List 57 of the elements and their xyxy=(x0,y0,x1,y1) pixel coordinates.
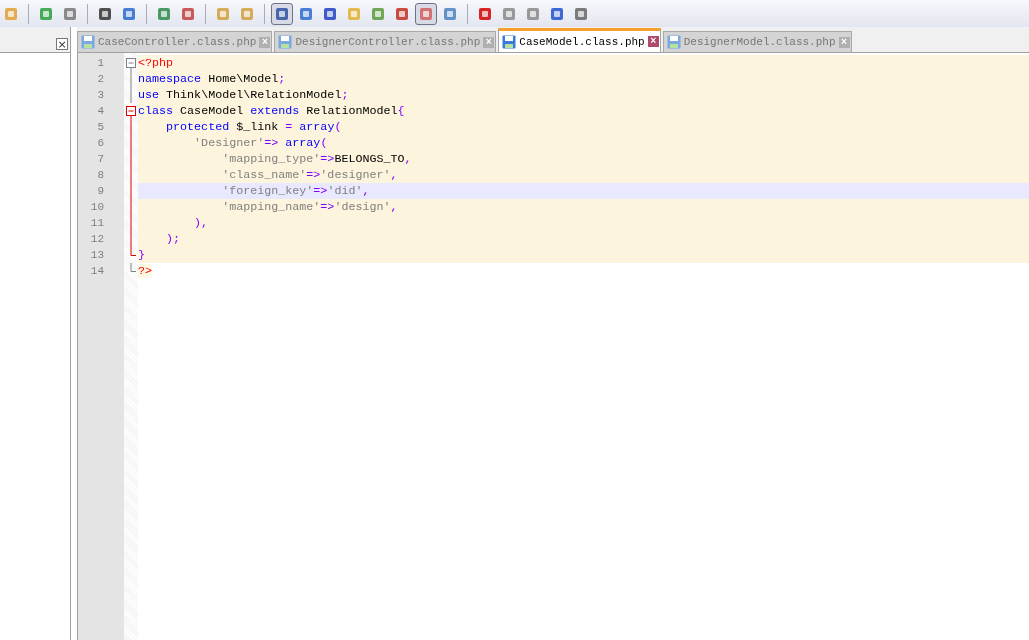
line-number: 5 xyxy=(96,120,105,135)
toolbar-icon xyxy=(3,5,19,22)
line-number: 7 xyxy=(96,152,105,167)
save-icon xyxy=(502,34,517,49)
save-icon xyxy=(278,35,293,49)
toolbar-button[interactable] xyxy=(271,2,293,25)
toolbar-icon xyxy=(322,5,338,22)
toolbar-button[interactable] xyxy=(415,2,437,25)
line-number: 1 xyxy=(96,56,105,71)
file-tab[interactable]: CaseController.class.php × xyxy=(77,31,273,52)
toolbar-icon xyxy=(477,5,493,22)
file-tab[interactable]: CaseModel.class.php × xyxy=(498,28,661,52)
tab-label: CaseController.class.php xyxy=(98,36,257,48)
close-button[interactable]: × xyxy=(259,36,271,48)
line-number: 14 xyxy=(89,264,105,279)
toolbar-icon xyxy=(501,5,517,22)
save-icon xyxy=(666,35,681,49)
toolbar-icon xyxy=(549,5,565,22)
fold-toggle-icon[interactable] xyxy=(126,103,136,119)
fold-toggle-icon[interactable] xyxy=(126,55,136,71)
line-number: 2 xyxy=(96,72,105,87)
close-button[interactable]: × xyxy=(56,38,68,50)
tab-label: CaseModel.class.php xyxy=(519,35,645,48)
toolbar-icon xyxy=(215,5,231,22)
line-number: 4 xyxy=(96,104,105,119)
toolbar-icon xyxy=(525,5,541,22)
line-number: 10 xyxy=(89,200,105,215)
toolbar-icon xyxy=(573,5,589,22)
toolbar-icon xyxy=(121,5,137,22)
toolbar-icon xyxy=(442,5,458,22)
save-icon xyxy=(81,35,95,49)
toolbar-icon xyxy=(62,5,78,22)
toolbar-icon xyxy=(239,5,255,22)
toolbar-icon xyxy=(156,5,172,22)
line-number: 12 xyxy=(89,232,105,247)
toolbar-icon xyxy=(418,5,434,22)
line-number: 8 xyxy=(96,168,105,183)
tab-label: DesignerController.class.php xyxy=(295,36,481,48)
close-button[interactable]: × xyxy=(647,36,659,47)
close-button[interactable]: × xyxy=(483,36,495,48)
file-tab[interactable]: DesignerController.class.php × xyxy=(274,31,497,52)
line-number: 11 xyxy=(89,216,105,231)
tab-label: DesignerModel.class.php xyxy=(683,36,836,48)
line-number: 3 xyxy=(96,88,105,103)
toolbar-icon xyxy=(38,5,54,22)
line-number: 13 xyxy=(89,248,105,263)
toolbar-icon xyxy=(394,5,410,22)
toolbar-icon xyxy=(346,5,362,22)
toolbar-icon xyxy=(97,5,113,22)
toolbar-icon xyxy=(298,5,314,22)
toolbar-icon xyxy=(274,5,290,22)
line-number: 6 xyxy=(96,136,105,151)
line-number: 9 xyxy=(96,184,105,199)
toolbar-icon xyxy=(180,5,196,22)
close-button[interactable]: × xyxy=(838,36,850,48)
file-tab[interactable]: DesignerModel.class.php × xyxy=(662,31,852,52)
toolbar-icon xyxy=(370,5,386,22)
